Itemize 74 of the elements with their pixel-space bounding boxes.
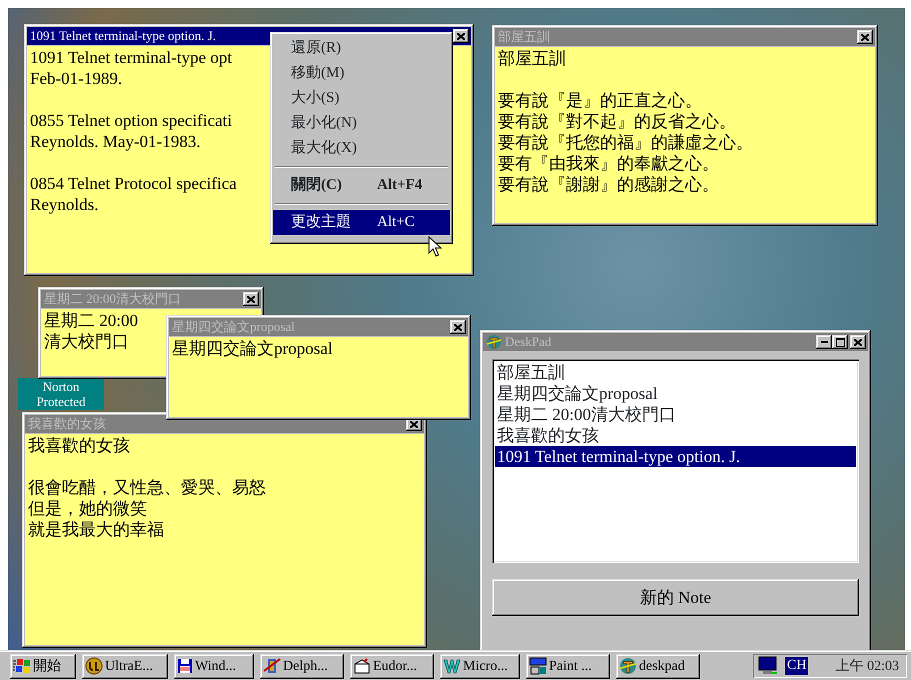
app-icon <box>486 334 502 350</box>
close-button[interactable] <box>243 292 259 306</box>
list-item[interactable]: 1091 Telnet terminal-type option. J. <box>495 446 856 467</box>
window-title: DeskPad <box>505 334 552 350</box>
menu-item[interactable]: 最小化(N) <box>273 111 450 136</box>
taskbar-button[interactable]: Eudor... <box>350 654 434 678</box>
note-title: 星期四交論文proposal <box>172 319 296 335</box>
start-button[interactable]: 開始 <box>10 654 76 678</box>
menu-item[interactable]: 移動(M) <box>273 61 450 86</box>
mouse-cursor-icon <box>428 236 442 258</box>
list-item[interactable]: 我喜歡的女孩 <box>495 425 856 446</box>
menu-item[interactable]: 關閉(C) Alt+F4 <box>273 173 450 198</box>
menu-item[interactable]: 大小(S) <box>273 86 450 111</box>
note-text-line: 星期二 20:00 <box>44 310 138 331</box>
note-text-line: 很會吃醋，又性急、愛哭、易怒 <box>28 477 266 498</box>
note-text-line: 要有『由我來』的奉獻之心。 <box>498 153 719 174</box>
menu-item[interactable]: 最大化(X) <box>273 136 450 161</box>
close-icon <box>410 420 418 428</box>
list-item[interactable]: 部屋五訓 <box>495 362 856 383</box>
windows-logo-icon <box>13 658 31 674</box>
note-text-line: 1091 Telnet terminal-type opt <box>30 47 232 68</box>
taskbar-button[interactable]: Delph... <box>260 654 344 678</box>
close-button[interactable] <box>453 29 469 43</box>
monitor-icon <box>757 656 779 676</box>
taskbar-button[interactable]: Wind... <box>174 654 254 678</box>
close-icon <box>854 338 862 346</box>
paint-palette-icon <box>529 657 547 675</box>
note-text-line: Feb-01-1989. <box>30 68 122 89</box>
note-text-line: 但是，她的微笑 <box>28 498 147 519</box>
minimize-icon <box>820 341 828 343</box>
close-button[interactable] <box>857 30 873 44</box>
menu-item[interactable]: 更改主題 Alt+C <box>273 210 450 235</box>
note-text-line: 0854 Telnet Protocol specifica <box>30 173 237 194</box>
note-title: 星期二 20:00清大校門口 <box>44 291 182 307</box>
note-text-line: 要有說『對不起』的反省之心。 <box>498 111 736 132</box>
maximize-button[interactable] <box>832 335 848 349</box>
taskbar-button[interactable]: Paint ... <box>526 654 610 678</box>
note-title: 我喜歡的女孩 <box>28 416 107 432</box>
clock: 上午 02:03 <box>836 658 899 676</box>
taskbar-button[interactable]: Micro... <box>440 654 520 678</box>
menu-item[interactable]: 還原(R) <box>273 36 450 61</box>
note-text-line: 就是我最大的幸福 <box>28 519 164 540</box>
note-title: 1091 Telnet terminal-type option. J. <box>30 28 217 44</box>
note-text-line: 我喜歡的女孩 <box>28 435 130 456</box>
note-text-line: 清大校門口 <box>44 331 129 352</box>
note-text-line: 要有說『謝謝』的感謝之心。 <box>498 174 719 195</box>
note-text-line: 星期四交論文proposal <box>172 338 333 359</box>
desktop-icon-label[interactable]: Norton Protected <box>18 378 104 410</box>
close-button[interactable] <box>450 320 466 334</box>
note-title: 部屋五訓 <box>498 29 551 45</box>
new-note-button[interactable]: 新的 Note <box>492 579 859 616</box>
mailbox-icon <box>353 657 371 675</box>
note-text-line: 0855 Telnet option specificati <box>30 110 232 131</box>
taskbar-button[interactable]: UltraE... <box>82 654 168 678</box>
list-item[interactable]: 星期四交論文proposal <box>495 383 856 404</box>
close-icon <box>454 324 462 330</box>
note-text-line: Reynolds. May-01-1983. <box>30 131 200 152</box>
letter-badge-icon <box>85 657 103 675</box>
note-text-line: 要有說『托您的福』的謙虛之心。 <box>498 132 753 153</box>
note-text-line: 部屋五訓 <box>498 48 566 69</box>
taskbar-button[interactable]: deskpad <box>616 654 700 678</box>
column-icon <box>263 657 281 675</box>
note-text-line: 要有說『是』的正直之心。 <box>498 90 702 111</box>
app-icon <box>619 657 637 675</box>
letter-icon <box>443 658 461 674</box>
maximize-icon <box>836 338 844 346</box>
input-method-indicator[interactable]: CH <box>785 657 808 675</box>
close-button[interactable] <box>850 335 866 349</box>
close-icon <box>861 34 869 40</box>
note-text-line: Reynolds. <box>30 194 98 215</box>
close-icon <box>247 296 255 302</box>
close-icon <box>457 32 465 40</box>
minimize-button[interactable] <box>816 335 832 349</box>
list-item[interactable]: 星期二 20:00清大校門口 <box>495 404 856 425</box>
